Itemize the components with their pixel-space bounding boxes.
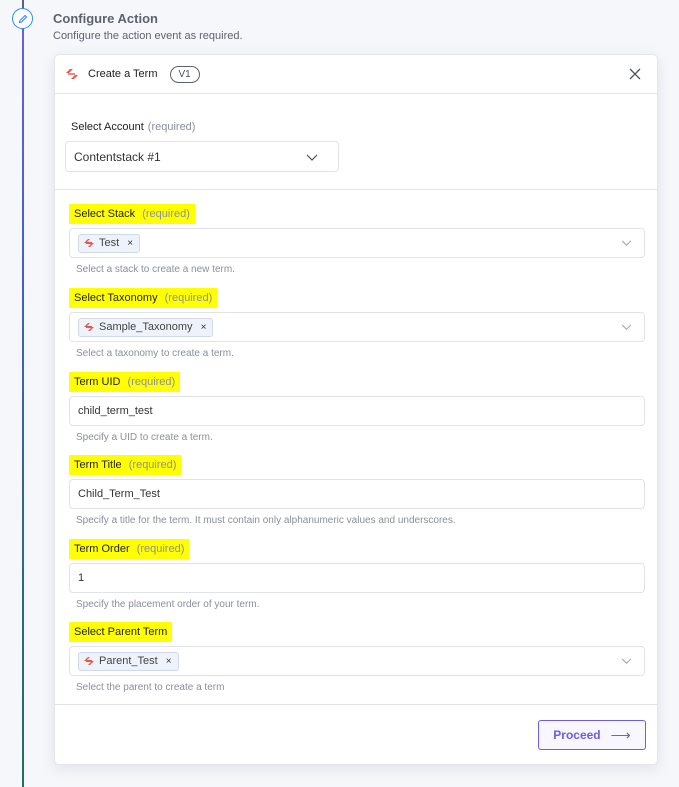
remove-chip-icon[interactable]: × <box>201 322 207 333</box>
stack-label: Select Stack (required) <box>69 204 195 224</box>
required-hint: (required) <box>136 543 185 555</box>
term-uid-label: Term UID (required) <box>69 372 181 392</box>
account-select-value: Contentstack #1 <box>74 149 161 164</box>
chevron-down-icon <box>621 656 632 668</box>
required-hint: (required) <box>147 121 196 133</box>
term-uid-input[interactable]: child_term_test <box>69 396 645 426</box>
proceed-label: Proceed <box>553 728 601 742</box>
proceed-button[interactable]: Proceed ⟶ <box>538 720 646 750</box>
card-header: Create a Term V1 <box>55 55 657 94</box>
taxonomy-chip: Sample_Taxonomy × <box>78 317 214 337</box>
arrow-right-icon: ⟶ <box>610 726 631 743</box>
timeline-line <box>22 0 24 787</box>
stack-select[interactable]: Test × <box>69 228 645 258</box>
card-footer: Proceed ⟶ <box>55 704 657 764</box>
term-uid-value: child_term_test <box>78 405 153 417</box>
term-order-input[interactable]: 1 <box>69 563 645 593</box>
chevron-down-icon <box>306 151 318 165</box>
required-hint: (required) <box>128 459 177 471</box>
account-select[interactable]: Contentstack #1 <box>65 141 339 172</box>
stack-field: Select Stack (required) Test × Select a … <box>69 204 645 275</box>
stack-chip: Test × <box>78 233 141 253</box>
contentstack-logo-icon <box>83 655 95 667</box>
remove-chip-icon[interactable]: × <box>127 238 133 249</box>
parent-term-label-text: Select Parent Term <box>74 626 168 638</box>
term-title-value: Child_Term_Test <box>78 488 160 500</box>
term-title-input[interactable]: Child_Term_Test <box>69 479 645 509</box>
chevron-down-icon <box>621 238 632 250</box>
taxonomy-label: Select Taxonomy (required) <box>69 288 218 308</box>
parent-term-field: Select Parent Term Parent_Test × Select … <box>69 622 645 693</box>
close-icon[interactable] <box>628 67 642 81</box>
taxonomy-help: Select a taxonomy to create a term. <box>76 348 234 359</box>
step-description: Configure the action event as required. <box>53 30 243 42</box>
term-uid-field: Term UID (required) child_term_test Spec… <box>69 372 645 443</box>
parent-term-chip: Parent_Test × <box>78 651 179 671</box>
term-title-label: Term Title (required) <box>69 455 182 475</box>
parent-term-chip-label: Parent_Test <box>99 655 158 667</box>
parent-term-label: Select Parent Term <box>69 622 173 642</box>
required-hint: (required) <box>164 292 213 304</box>
taxonomy-select[interactable]: Sample_Taxonomy × <box>69 312 645 342</box>
contentstack-logo-icon <box>83 237 95 249</box>
required-hint: (required) <box>127 376 176 388</box>
term-order-field: Term Order (required) 1 Specify the plac… <box>69 539 645 610</box>
edit-step-icon <box>12 8 33 29</box>
action-card: Create a Term V1 Select Account (required… <box>54 54 658 765</box>
chevron-down-icon <box>621 322 632 334</box>
account-label: Select Account (required) <box>71 121 195 133</box>
taxonomy-chip-label: Sample_Taxonomy <box>99 321 193 333</box>
step-title: Configure Action <box>53 11 158 26</box>
contentstack-logo-icon <box>83 321 95 333</box>
term-order-value: 1 <box>78 572 85 584</box>
parent-term-select[interactable]: Parent_Test × <box>69 646 645 676</box>
taxonomy-field: Select Taxonomy (required) Sample_Taxono… <box>69 288 645 359</box>
stack-help: Select a stack to create a new term. <box>76 264 235 275</box>
account-label-text: Select Account <box>71 121 144 133</box>
term-title-help: Specify a title for the term. It must co… <box>76 515 456 526</box>
term-title-label-text: Term Title <box>74 459 122 471</box>
taxonomy-label-text: Select Taxonomy <box>74 292 158 304</box>
stack-label-text: Select Stack <box>74 208 136 220</box>
term-uid-help: Specify a UID to create a term. <box>76 432 213 443</box>
term-order-help: Specify the placement order of your term… <box>76 599 260 610</box>
term-title-field: Term Title (required) Child_Term_Test Sp… <box>69 455 645 526</box>
contentstack-logo-icon <box>64 66 80 82</box>
term-order-label-text: Term Order <box>74 543 130 555</box>
version-badge: V1 <box>169 65 200 83</box>
account-section: Select Account (required) Contentstack #1 <box>55 94 657 190</box>
required-hint: (required) <box>142 208 190 220</box>
card-title: Create a Term <box>88 68 158 80</box>
term-uid-label-text: Term UID <box>74 376 121 388</box>
parent-term-help: Select the parent to create a term <box>76 682 225 693</box>
remove-chip-icon[interactable]: × <box>166 656 172 667</box>
term-order-label: Term Order (required) <box>69 539 190 559</box>
stack-chip-label: Test <box>99 237 120 249</box>
